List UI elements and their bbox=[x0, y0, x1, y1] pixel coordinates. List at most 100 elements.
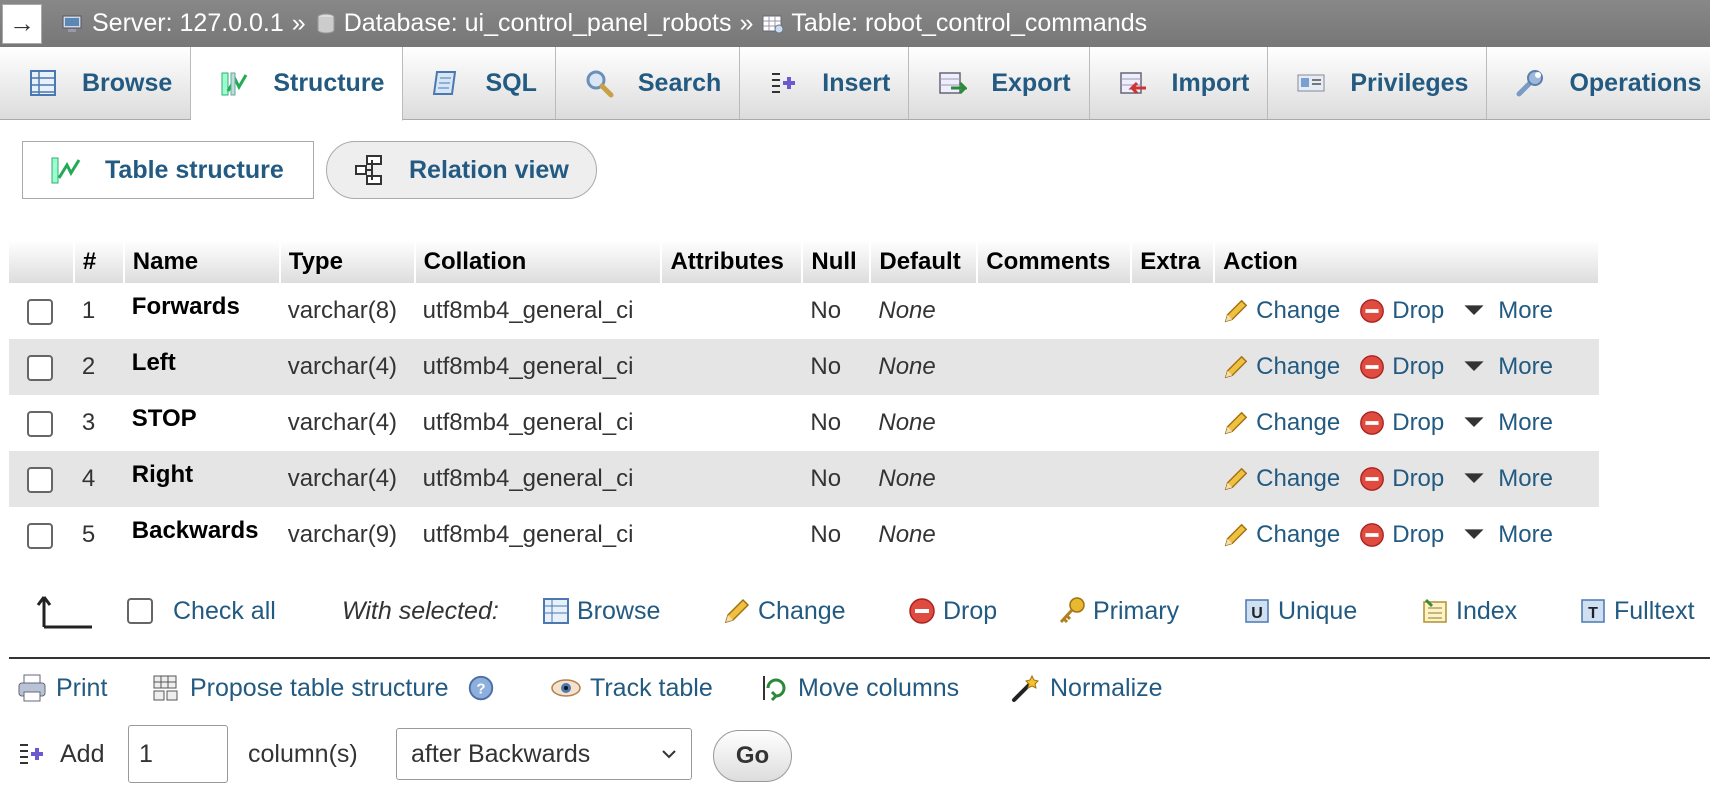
drop-link[interactable]: Drop bbox=[1358, 409, 1444, 437]
normalize-link[interactable]: Normalize bbox=[1010, 672, 1163, 704]
row-checkbox[interactable] bbox=[27, 354, 53, 381]
propose-structure-link[interactable]: Propose table structure ? bbox=[150, 672, 496, 704]
structure-icon bbox=[221, 72, 248, 95]
check-all-checkbox[interactable] bbox=[127, 598, 153, 624]
back-arrow-button[interactable]: → bbox=[2, 3, 42, 44]
breadcrumb-table[interactable]: Table: robot_control_commands bbox=[761, 9, 1147, 38]
more-label: More bbox=[1498, 465, 1553, 492]
bulk-fulltext-button[interactable]: T Fulltext bbox=[1578, 596, 1695, 626]
bulk-actions-bar: Check all With selected: Browse Change D… bbox=[0, 582, 1710, 640]
column-count-input[interactable] bbox=[128, 725, 228, 783]
row-extra bbox=[1131, 395, 1214, 451]
column-position-value: after Backwards bbox=[411, 739, 591, 768]
sql-icon bbox=[433, 71, 457, 95]
row-actions: Change Drop More bbox=[1214, 395, 1599, 451]
subtab-table-structure[interactable]: Table structure bbox=[22, 141, 314, 199]
change-label: Change bbox=[1256, 465, 1341, 492]
change-label: Change bbox=[1256, 409, 1341, 436]
header-number[interactable]: # bbox=[73, 240, 125, 283]
change-link[interactable]: Change bbox=[1222, 353, 1340, 381]
check-all-label[interactable]: Check all bbox=[173, 597, 276, 626]
tab-search[interactable]: Search bbox=[556, 47, 741, 119]
change-link[interactable]: Change bbox=[1222, 297, 1340, 325]
row-null: No bbox=[810, 297, 842, 324]
row-checkbox[interactable] bbox=[27, 298, 53, 325]
breadcrumb-server[interactable]: Server: 127.0.0.1 bbox=[62, 9, 284, 38]
header-collation[interactable]: Collation bbox=[414, 240, 663, 283]
propose-structure-label: Propose table structure bbox=[190, 673, 449, 702]
more-dropdown[interactable]: More bbox=[1462, 297, 1553, 325]
header-name[interactable]: Name bbox=[123, 240, 281, 283]
more-dropdown[interactable]: More bbox=[1462, 409, 1553, 437]
header-default[interactable]: Default bbox=[870, 240, 979, 283]
header-comments[interactable]: Comments bbox=[977, 240, 1133, 283]
drop-label: Drop bbox=[1392, 297, 1445, 324]
row-checkbox[interactable] bbox=[27, 410, 53, 437]
header-type[interactable]: Type bbox=[279, 240, 416, 283]
go-button[interactable]: Go bbox=[713, 730, 792, 782]
print-link[interactable]: Print bbox=[16, 672, 107, 704]
row-attributes bbox=[661, 395, 802, 451]
row-actions: Change Drop More bbox=[1214, 283, 1599, 339]
table-icon bbox=[762, 15, 784, 33]
row-name: Forwards bbox=[131, 293, 240, 320]
server-icon bbox=[62, 15, 82, 32]
tab-browse[interactable]: Browse bbox=[0, 47, 192, 119]
drop-link[interactable]: Drop bbox=[1358, 465, 1444, 493]
subtab-relation-view[interactable]: Relation view bbox=[326, 141, 597, 199]
row-type: varchar(8) bbox=[287, 297, 398, 324]
tab-insert[interactable]: Insert bbox=[740, 47, 910, 119]
change-link[interactable]: Change bbox=[1222, 409, 1340, 437]
header-attributes[interactable]: Attributes bbox=[661, 240, 804, 283]
breadcrumb-database[interactable]: Database: ui_control_panel_robots bbox=[314, 9, 731, 38]
bulk-index-button[interactable]: Index bbox=[1420, 596, 1517, 626]
more-dropdown[interactable]: More bbox=[1462, 521, 1553, 549]
column-position-select[interactable]: after Backwards bbox=[396, 728, 692, 780]
header-extra[interactable]: Extra bbox=[1131, 240, 1216, 283]
row-number: 2 bbox=[73, 339, 124, 395]
triangle-down-icon bbox=[1464, 473, 1484, 483]
bulk-browse-label: Browse bbox=[577, 596, 661, 625]
tab-export[interactable]: Export bbox=[909, 47, 1090, 119]
tab-structure[interactable]: Structure bbox=[191, 47, 404, 121]
drop-link[interactable]: Drop bbox=[1358, 297, 1444, 325]
tab-sql[interactable]: SQL bbox=[403, 47, 556, 119]
tab-import[interactable]: Import bbox=[1090, 47, 1269, 119]
change-link[interactable]: Change bbox=[1222, 521, 1340, 549]
row-comments bbox=[977, 283, 1131, 339]
drop-icon bbox=[909, 598, 935, 624]
bulk-drop-button[interactable]: Drop bbox=[907, 596, 997, 626]
drop-link[interactable]: Drop bbox=[1358, 521, 1444, 549]
row-checkbox-cell bbox=[9, 507, 74, 563]
row-checkbox[interactable] bbox=[27, 466, 53, 493]
header-null[interactable]: Null bbox=[802, 240, 872, 283]
change-link[interactable]: Change bbox=[1222, 465, 1340, 493]
row-extra bbox=[1131, 339, 1215, 395]
wrench-icon bbox=[1516, 70, 1544, 97]
table-row: 4 Right varchar(4) utf8mb4_general_ci No None… bbox=[9, 451, 1599, 507]
more-dropdown[interactable]: More bbox=[1462, 465, 1553, 493]
import-icon bbox=[1119, 72, 1146, 95]
row-default: None bbox=[878, 297, 936, 324]
row-checkbox[interactable] bbox=[27, 522, 53, 549]
check-all-control[interactable]: Check all bbox=[127, 597, 276, 626]
table-row: 5 Backwards varchar(9) utf8mb4_general_ci No… bbox=[9, 507, 1599, 563]
help-icon[interactable]: ? bbox=[466, 673, 496, 703]
bulk-primary-button[interactable]: Primary bbox=[1057, 596, 1179, 626]
track-table-link[interactable]: Track table bbox=[550, 672, 713, 704]
header-action: Action bbox=[1214, 240, 1600, 283]
bulk-unique-button[interactable]: U Unique bbox=[1242, 596, 1357, 626]
tab-operations[interactable]: Operations bbox=[1487, 47, 1710, 119]
tab-privileges[interactable]: Privileges bbox=[1268, 47, 1488, 119]
bulk-change-button[interactable]: Change bbox=[722, 596, 846, 626]
divider bbox=[9, 657, 1710, 659]
row-actions: Change Drop More bbox=[1214, 507, 1599, 563]
drop-link[interactable]: Drop bbox=[1358, 353, 1444, 381]
drop-icon bbox=[1360, 299, 1385, 323]
move-columns-label: Move columns bbox=[798, 673, 960, 702]
move-columns-link[interactable]: Move columns bbox=[758, 672, 959, 704]
row-null: No bbox=[802, 339, 871, 395]
bulk-browse-button[interactable]: Browse bbox=[541, 596, 660, 626]
more-dropdown[interactable]: More bbox=[1462, 353, 1553, 381]
pencil-icon bbox=[1224, 355, 1248, 379]
